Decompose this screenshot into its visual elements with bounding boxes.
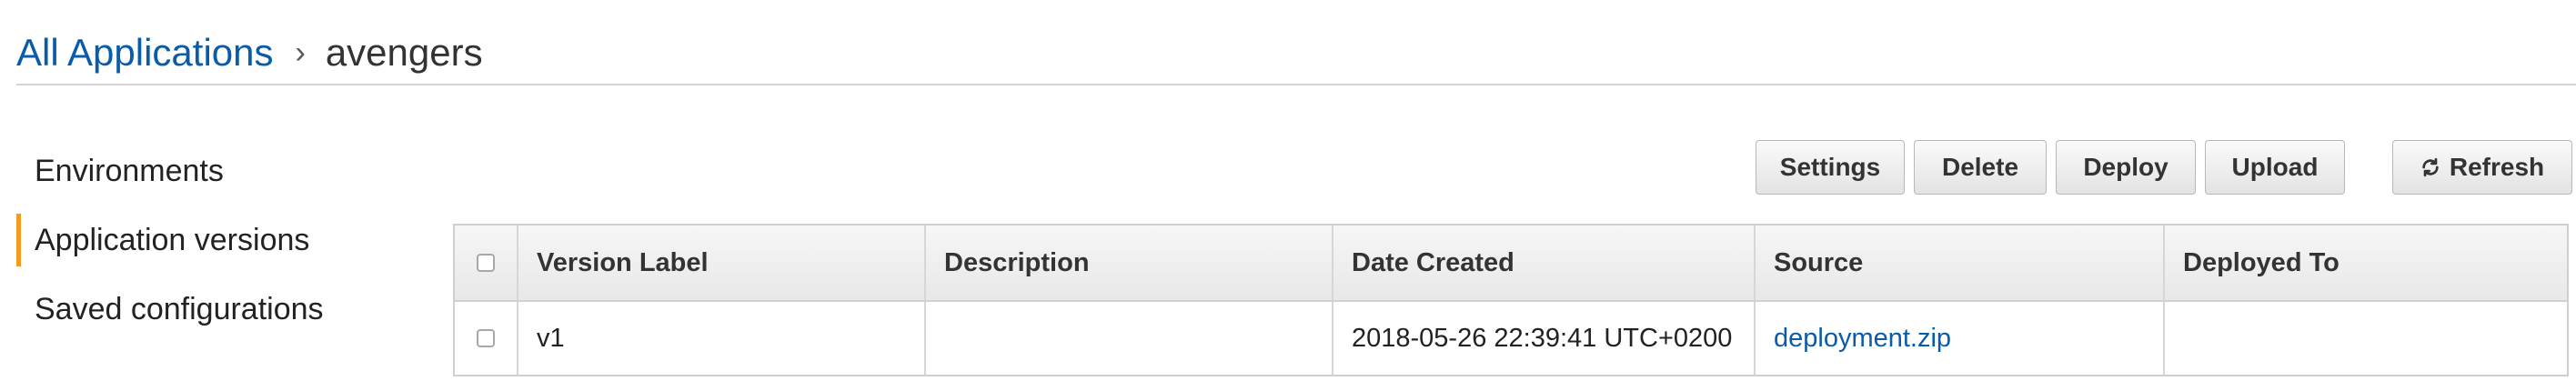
sidebar-nav: Environments Application versions Saved … (16, 136, 417, 344)
application-versions-table: Version Label Description Date Created S… (453, 224, 2569, 376)
deploy-button-label: Deploy (2083, 153, 2168, 181)
header-divider (16, 84, 2576, 85)
deploy-button[interactable]: Deploy (2056, 140, 2196, 195)
sidebar-item-environments[interactable]: Environments (16, 136, 417, 206)
table-header: Version Label Description Date Created S… (455, 226, 2567, 302)
column-header-source[interactable]: Source (1756, 226, 2165, 300)
source-link[interactable]: deployment.zip (1774, 324, 1951, 354)
row-select-checkbox[interactable] (477, 329, 495, 347)
sidebar-item-saved-configurations[interactable]: Saved configurations (16, 275, 417, 344)
cell-deployed-to (2165, 302, 2567, 375)
settings-button-label: Settings (1779, 153, 1881, 181)
delete-button[interactable]: Delete (1914, 140, 2047, 195)
column-header-description[interactable]: Description (926, 226, 1333, 300)
cell-version-label: v1 (518, 302, 926, 375)
cell-description (926, 302, 1333, 375)
refresh-icon (2422, 157, 2439, 177)
upload-button[interactable]: Upload (2205, 140, 2345, 195)
breadcrumb-separator: › (295, 35, 306, 70)
table-row[interactable]: v1 2018-05-26 22:39:41 UTC+0200 deployme… (455, 302, 2567, 375)
refresh-button-label: Refresh (2449, 153, 2545, 181)
breadcrumb-current-application: avengers (325, 31, 483, 74)
upload-button-label: Upload (2231, 153, 2319, 181)
select-all-cell (455, 226, 518, 300)
sidebar-item-application-versions[interactable]: Application versions (16, 206, 417, 275)
delete-button-label: Delete (1941, 153, 2019, 181)
select-all-checkbox[interactable] (477, 254, 495, 272)
column-header-version-label[interactable]: Version Label (518, 226, 926, 300)
row-select-cell (455, 302, 518, 375)
breadcrumb: All Applications › avengers (16, 25, 483, 80)
cell-date-created: 2018-05-26 22:39:41 UTC+0200 (1333, 302, 1756, 375)
breadcrumb-all-applications-link[interactable]: All Applications (16, 31, 274, 75)
refresh-button[interactable]: Refresh (2392, 140, 2572, 195)
cell-source: deployment.zip (1756, 302, 2165, 375)
toolbar: Settings Delete Deploy Upload Refresh (1756, 140, 2576, 196)
settings-button[interactable]: Settings (1756, 140, 1905, 195)
column-header-deployed-to[interactable]: Deployed To (2165, 226, 2567, 300)
column-header-date-created[interactable]: Date Created (1333, 226, 1756, 300)
